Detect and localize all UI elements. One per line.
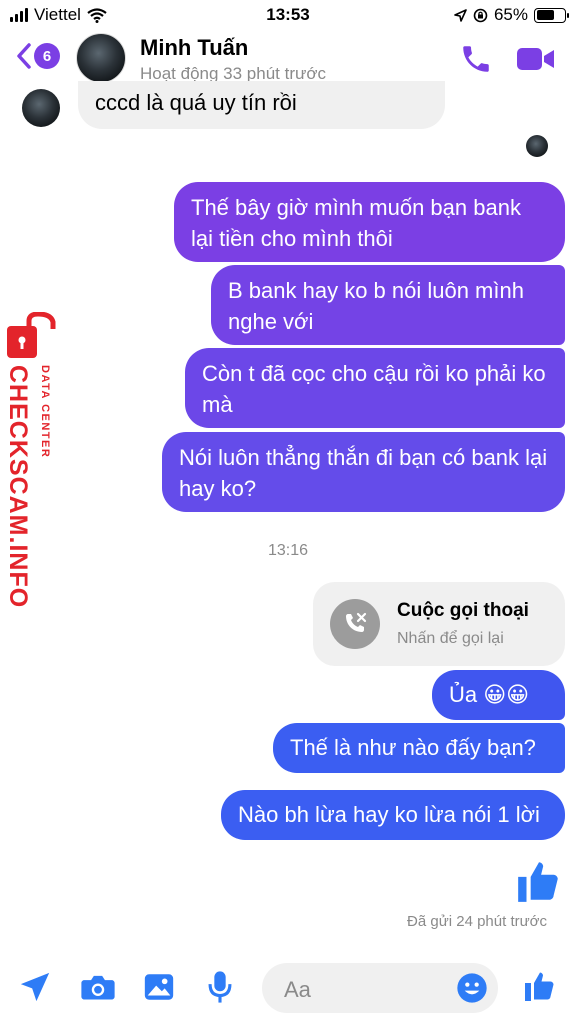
seen-avatar xyxy=(526,135,548,157)
camera-icon[interactable] xyxy=(80,970,116,1004)
call-card[interactable]: Cuộc gọi thoại Nhấn để gọi lại xyxy=(313,582,565,666)
image-icon[interactable] xyxy=(142,970,176,1004)
video-icon[interactable] xyxy=(516,42,556,76)
message-outgoing[interactable]: Nào bh lừa hay ko lừa nói 1 lời xyxy=(221,790,565,840)
status-bar: Viettel 13:53 65% xyxy=(0,0,576,30)
back-chevron-icon xyxy=(17,43,31,69)
message-outgoing[interactable]: Ủa 😀😀 xyxy=(432,670,565,720)
composer: Aa xyxy=(0,960,576,1016)
location-icon xyxy=(454,8,467,22)
like-icon xyxy=(518,862,558,902)
battery-icon xyxy=(534,7,569,23)
call-card-title: Cuộc gọi thoại xyxy=(397,600,529,621)
call-card-subtitle: Nhấn để gọi lại xyxy=(397,630,504,647)
message-outgoing[interactable]: Thế bây giờ mình muốn bạn bank lại tiền … xyxy=(174,182,565,262)
emoji-icon[interactable] xyxy=(456,972,488,1004)
missed-call-icon xyxy=(330,599,380,649)
rotation-lock-icon xyxy=(473,8,488,22)
status-right: 65% xyxy=(454,5,569,25)
location-arrow-icon[interactable] xyxy=(18,970,52,1004)
unread-badge: 6 xyxy=(34,43,60,69)
message-input[interactable]: Aa xyxy=(262,963,498,1013)
sender-avatar[interactable] xyxy=(22,89,60,127)
message-outgoing[interactable]: B bank hay ko b nói luôn mình nghe với xyxy=(211,265,565,345)
microphone-icon[interactable] xyxy=(205,970,235,1004)
message-incoming[interactable]: cccd là quá uy tín rồi xyxy=(78,81,445,129)
battery-fill xyxy=(536,10,555,20)
message-outgoing[interactable]: Thế là như nào đấy bạn? xyxy=(273,723,565,773)
watermark-subtext: DATA CENTER xyxy=(39,365,51,459)
timestamp: 13:16 xyxy=(267,542,309,559)
battery-percent: 65% xyxy=(493,5,528,24)
sent-status: Đã gửi 24 phút trước xyxy=(407,913,547,930)
back-button[interactable]: 6 xyxy=(16,42,60,70)
message-input-placeholder: Aa xyxy=(284,977,311,1002)
contact-name[interactable]: Minh Tuấn xyxy=(140,35,248,61)
like-button[interactable] xyxy=(522,968,558,1004)
phone-icon[interactable] xyxy=(459,42,493,76)
message-outgoing[interactable]: Còn t đã cọc cho cậu rồi ko phải ko mà xyxy=(185,348,565,428)
lock-icon xyxy=(7,312,56,358)
message-outgoing[interactable]: Nói luôn thẳng thắn đi bạn có bank lại h… xyxy=(162,432,565,512)
contact-avatar[interactable] xyxy=(76,33,126,83)
